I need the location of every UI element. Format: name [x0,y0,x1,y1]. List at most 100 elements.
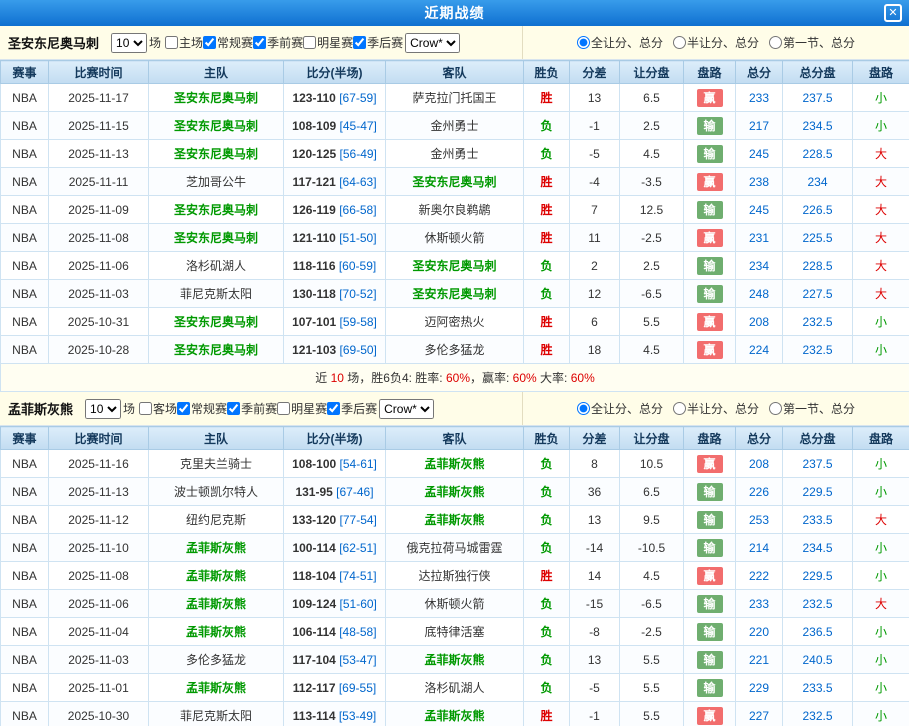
total-line-cell: 237.5 [782,449,853,478]
total-result-cell: 小 [852,645,909,674]
scope-radio-2-input[interactable] [769,36,782,49]
games-count-select[interactable]: 10 [111,32,148,53]
filter-checkbox-allstar-input[interactable] [303,36,317,49]
away-team-name: 金州勇士 [430,147,479,161]
filter-checkbox-allstar-input[interactable] [277,402,291,415]
point-diff-cell: -1 [569,111,620,140]
filter-checkbox-venue-input[interactable] [139,402,153,415]
column-header: 胜负 [523,426,570,450]
handicap-line-cell: 12.5 [619,195,684,224]
score-cell: 120-125 [56-49] [283,139,386,168]
filter-checkbox-preseason-input[interactable] [227,402,241,415]
games-suffix-label: 场 [149,36,162,50]
filter-checkbox-regular-season[interactable]: 常规赛 [177,400,227,417]
scope-radio-1[interactable]: 半让分、总分 [672,34,759,51]
filter-checkbox-venue-input[interactable] [165,36,179,49]
team-filter-bar: 圣安东尼奥马刺 10 场 主场 常规赛 季前赛 明星赛 季后赛 Crow* 全让分、总分 半让分、总… [0,26,909,60]
point-diff-cell: 2 [569,251,620,280]
scope-radio-0[interactable]: 全让分、总分 [576,34,663,51]
half-score: [54-61] [339,456,377,471]
win-loss-value: 负 [540,259,553,273]
filter-checkbox-regular-season[interactable]: 常规赛 [203,34,253,51]
score-cell: 131-95 [67-46] [283,477,386,506]
full-score: 108-100 [292,456,337,471]
match-date-cell: 2025-11-04 [48,617,149,646]
full-score: 118-116 [292,258,336,273]
filter-checkbox-playoffs[interactable]: 季后赛 [327,400,377,417]
score-cell: 106-114 [48-58] [283,617,386,646]
league-cell: NBA [0,561,49,590]
scope-radio-1[interactable]: 半让分、总分 [672,400,759,417]
filter-checkbox-playoffs-input[interactable] [327,402,341,415]
home-team-name: 菲尼克斯太阳 [179,287,252,301]
away-team-name: 金州勇士 [430,119,479,133]
home-team-cell: 克里夫兰骑士 [148,449,284,478]
win-loss-value: 胜 [540,315,553,329]
full-score: 107-101 [292,314,337,329]
win-loss-value: 胜 [540,231,553,245]
home-team-name: 纽约尼克斯 [185,513,246,527]
odds-company-select[interactable]: Crow* [405,32,461,53]
filter-checkbox-preseason-input[interactable] [253,36,267,49]
summary-segment: 近 [315,371,331,385]
odds-company-select[interactable]: Crow* [379,398,435,419]
total-points-cell: 208 [735,307,783,336]
filter-checkbox-venue[interactable]: 主场 [165,34,203,51]
home-team-cell: 多伦多猛龙 [148,645,284,674]
total-result-value: 小 [874,343,887,357]
full-score: 121-110 [292,230,336,245]
away-team-name: 孟菲斯灰熊 [424,457,485,471]
column-header: 分差 [569,60,620,84]
filter-checkbox-preseason[interactable]: 季前赛 [253,34,303,51]
filter-checkbox-regular-season-input[interactable] [203,36,217,49]
total-result-cell: 小 [852,83,909,112]
games-count-select[interactable]: 10 [85,398,122,419]
handicap-result-cell: 输 [683,279,736,308]
win-loss-value: 负 [540,147,553,161]
close-button[interactable]: ✕ [884,4,902,22]
dialog-titlebar: 近期战绩 ✕ [0,0,909,26]
column-header: 比分(半场) [283,60,386,84]
filter-checkbox-regular-season-label: 常规赛 [191,402,228,416]
total-result-value: 小 [874,709,887,723]
total-result-value: 大 [874,175,887,189]
handicap-result-cell: 输 [683,645,736,674]
score-cell: 117-104 [53-47] [283,645,386,674]
scope-radio-2[interactable]: 第一节、总分 [769,34,855,51]
point-diff-cell: -5 [569,139,620,168]
filter-checkbox-regular-season-input[interactable] [177,402,191,415]
score-cell: 113-114 [53-49] [283,701,386,726]
point-diff-cell: 13 [569,83,620,112]
win-loss-cell: 负 [523,111,570,140]
away-team-cell: 孟菲斯灰熊 [385,477,524,506]
handicap-result-cell: 赢 [683,561,736,590]
total-result-cell: 小 [852,335,909,364]
summary-segment: 60% [512,371,537,385]
total-result-value: 大 [874,203,887,217]
scope-radio-0[interactable]: 全让分、总分 [576,400,663,417]
filter-checkbox-preseason[interactable]: 季前赛 [227,400,277,417]
filter-checkbox-preseason-label: 季前赛 [267,36,304,50]
total-result-value: 大 [874,597,887,611]
filter-checkbox-allstar[interactable]: 明星赛 [303,34,353,51]
scope-radio-0-input[interactable] [576,402,590,415]
column-header: 总分盘 [782,426,853,450]
scope-radio-1-input[interactable] [672,36,686,49]
away-team-name: 多伦多猛龙 [424,343,485,357]
home-team-cell: 圣安东尼奥马刺 [148,195,284,224]
point-diff-cell: 6 [569,307,620,336]
filter-checkbox-playoffs[interactable]: 季后赛 [353,34,403,51]
scope-radio-2-input[interactable] [769,402,782,415]
away-team-cell: 圣安东尼奥马刺 [385,251,524,280]
handicap-result-cell: 输 [683,139,736,168]
scope-radio-2[interactable]: 第一节、总分 [769,400,855,417]
away-team-cell: 孟菲斯灰熊 [385,645,524,674]
total-line-cell: 234.5 [782,111,853,140]
filter-checkbox-venue[interactable]: 客场 [139,400,177,417]
filter-checkbox-playoffs-input[interactable] [353,36,367,49]
scope-radio-0-input[interactable] [576,36,590,49]
away-team-name: 休斯顿火箭 [424,597,485,611]
scope-radio-1-input[interactable] [672,402,686,415]
filter-checkbox-allstar[interactable]: 明星赛 [277,400,327,417]
handicap-line-cell: 10.5 [619,449,684,478]
